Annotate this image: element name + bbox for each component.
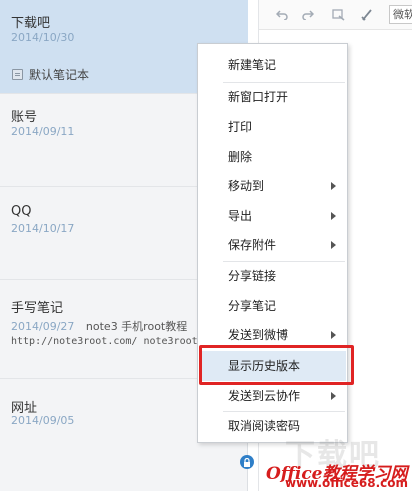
notebook-icon [12,69,23,80]
menu-item-label: 导出 [228,209,253,223]
menu-item-move-to[interactable]: 移动到 [199,171,346,201]
note-date: 2014/09/05 [11,414,75,427]
submenu-arrow-icon [331,212,336,220]
highlight-annotation-box [199,345,354,385]
menu-item-label: 新建笔记 [228,58,277,72]
submenu-arrow-icon [331,331,336,339]
lock-icon[interactable] [240,455,254,469]
note-title: 手写笔记 [11,301,64,316]
menu-item-label: 分享笔记 [228,299,277,313]
redo-icon[interactable] [301,8,315,22]
menu-item-new-note[interactable]: 新建笔记 [199,50,346,80]
note-preview: note3 手机root教程 [85,320,188,333]
note-date: 2014/09/11 [11,125,75,138]
menu-item-export[interactable]: 导出 [199,201,346,231]
font-select[interactable]: 微软 [389,5,412,24]
note-date: 2014/09/27 note3 手机root教程 [11,318,187,334]
menu-item-label: 打印 [228,120,253,134]
note-date: 2014/10/30 [11,31,75,44]
menu-item-label: 分享链接 [228,269,277,283]
undo-icon[interactable] [275,8,289,22]
notebook-name: 默认笔记本 [29,68,90,82]
submenu-arrow-icon [331,182,336,190]
menu-item-print[interactable]: 打印 [199,112,346,142]
submenu-arrow-icon [331,241,336,249]
menu-item-label: 新窗口打开 [228,90,289,104]
note-title: 下载吧 [11,16,51,31]
format-painter-icon[interactable] [331,8,345,22]
menu-item-share-link[interactable]: 分享链接 [199,261,346,291]
menu-item-label: 发送到云协作 [228,389,301,403]
submenu-arrow-icon [331,392,336,400]
menu-item-label: 删除 [228,150,253,164]
clear-format-icon[interactable] [360,8,374,22]
menu-item-label: 保存附件 [228,238,277,252]
menu-item-share-note[interactable]: 分享笔记 [199,291,346,321]
editor-toolbar: 微软 [259,0,412,30]
menu-item-label: 发送到微博 [228,328,289,342]
menu-item-send-to-cloud-collab[interactable]: 发送到云协作 [199,381,346,411]
menu-item-label: 移动到 [228,179,265,193]
menu-item-delete[interactable]: 删除 [199,142,346,172]
menu-item-save-attachment[interactable]: 保存附件 [199,230,346,260]
note-date: 2014/10/17 [11,222,75,235]
note-title: 账号 [11,110,38,125]
lock-glyph [244,457,250,467]
notebook-label: 默认笔记本 [12,66,89,83]
menu-item-open-new-window[interactable]: 新窗口打开 [199,82,346,112]
note-date-value: 2014/09/27 [11,320,75,333]
watermark-url: www.office68.com [285,476,409,490]
note-title: QQ [11,204,32,219]
